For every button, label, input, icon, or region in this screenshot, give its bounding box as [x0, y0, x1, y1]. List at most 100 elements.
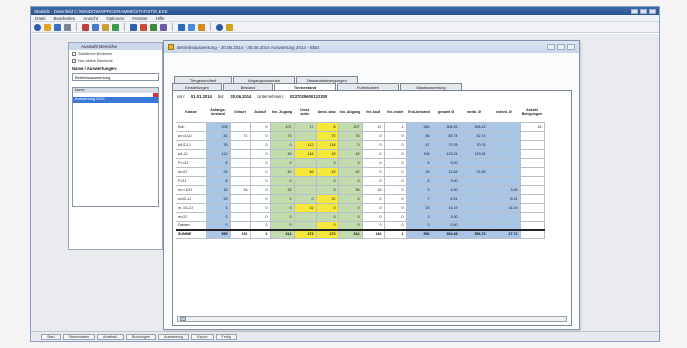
table-cell[interactable]: 4.50: [431, 184, 461, 195]
table-cell[interactable]: [519, 193, 545, 204]
table-cell[interactable]: 0: [383, 211, 407, 222]
table-row[interactable]: F<2J 8 0 0 0 0 0 0 8 3.00: [176, 175, 545, 186]
table-row[interactable]: m>=1/2J 18 34 0 33 0 36 16 0 3 4.50 3.05: [176, 184, 545, 195]
tab-futterkosten[interactable]: Futterkosten: [337, 83, 399, 90]
table-cell[interactable]: 0: [383, 193, 407, 204]
option-all-areas[interactable]: Sämtliche Bereiche: [69, 50, 162, 57]
checkbox-icon[interactable]: [72, 58, 76, 63]
table-cell[interactable]: 47: [361, 121, 385, 132]
table-cell[interactable]: [229, 193, 251, 204]
table-cell[interactable]: 0: [361, 193, 385, 204]
status-button-auswertung[interactable]: Auswertung: [158, 333, 190, 340]
table-cell[interactable]: 0.00: [431, 220, 461, 231]
row-class-cell[interactable]: F<2J: [176, 175, 207, 186]
table-cell[interactable]: 27.72: [487, 229, 521, 239]
table-cell[interactable]: 82: [205, 130, 231, 141]
table-cell[interactable]: 73: [269, 130, 295, 141]
table-cell[interactable]: 0: [249, 139, 271, 150]
table-cell[interactable]: 1: [383, 121, 407, 132]
table-cell[interactable]: 0: [249, 166, 271, 177]
table-cell[interactable]: 182: [361, 229, 385, 239]
table-cell[interactable]: 273: [315, 229, 339, 239]
export-icon[interactable]: [198, 23, 205, 31]
doc-minimize-button[interactable]: [547, 44, 555, 50]
menu-item-bearbeiten[interactable]: Bearbeiten: [54, 16, 76, 21]
table-cell[interactable]: 34: [229, 184, 251, 195]
filter-icon[interactable]: [150, 23, 157, 31]
table-cell[interactable]: 6: [405, 157, 433, 168]
table-cell[interactable]: [459, 157, 489, 168]
table-cell[interactable]: 8: [205, 175, 231, 186]
column-header[interactable]: Ver-endet: [384, 102, 406, 122]
column-header[interactable]: Klasse: [176, 102, 206, 122]
table-cell[interactable]: 107: [269, 121, 295, 132]
calc-icon[interactable]: [160, 23, 167, 31]
info-icon[interactable]: [226, 23, 233, 31]
table-cell[interactable]: 43: [315, 166, 339, 177]
table-cell[interactable]: 116: [315, 139, 339, 150]
table-cell[interactable]: 0: [361, 166, 385, 177]
table-cell[interactable]: 0: [293, 193, 317, 204]
minimize-button[interactable]: [631, 8, 638, 14]
evaluation-list[interactable]: Name Auswertung 2014: [72, 87, 159, 207]
table-cell[interactable]: 0: [383, 220, 407, 231]
table-cell[interactable]: [519, 130, 545, 141]
table-cell[interactable]: [519, 139, 545, 150]
table-cell[interactable]: 49: [315, 148, 339, 159]
table-cell[interactable]: 0: [361, 148, 385, 159]
table-cell[interactable]: [487, 139, 521, 150]
table-cell[interactable]: 0: [337, 193, 363, 204]
column-header[interactable]: Geburt: [230, 102, 250, 122]
list-item-selected[interactable]: Auswertung 2014: [73, 97, 158, 103]
table-cell[interactable]: 29: [205, 193, 231, 204]
tab-tiergesundheit[interactable]: Tiergesundheit: [174, 76, 232, 83]
table-cell[interactable]: [293, 211, 317, 222]
table-cell[interactable]: [293, 184, 317, 195]
table-cell[interactable]: 39: [205, 139, 231, 150]
table-row[interactable]: w1/2-1J 39 0 0 112 116 0 0 0 47 70.76 70.76: [176, 139, 545, 150]
table-cell[interactable]: [519, 148, 545, 159]
table-cell[interactable]: 0: [383, 184, 407, 195]
table-cell[interactable]: [229, 220, 251, 231]
table-cell[interactable]: 555: [205, 229, 231, 239]
table-row[interactable]: m>2J 3 0 0 0 0 0 0 3 3.00: [176, 211, 545, 222]
table-cell[interactable]: 36: [337, 184, 363, 195]
table-cell[interactable]: 22: [315, 193, 339, 204]
table-cell[interactable]: [229, 211, 251, 222]
table-cell[interactable]: [519, 175, 545, 186]
table-cell[interactable]: [229, 121, 251, 132]
table-cell[interactable]: 0: [383, 139, 407, 150]
table-cell[interactable]: 16: [519, 121, 545, 132]
table-cell[interactable]: 0: [205, 220, 231, 231]
table-cell[interactable]: 209: [205, 121, 231, 132]
table-cell[interactable]: 129.24: [431, 148, 461, 159]
table-cell[interactable]: 0: [383, 130, 407, 141]
new-icon[interactable]: [34, 23, 41, 31]
table-row[interactable]: Kuh 209 0 107 17 8 107 47 1 384 304.26 308.18 16: [176, 121, 545, 132]
table-cell[interactable]: [229, 139, 251, 150]
horizontal-scrollbar[interactable]: [177, 316, 567, 322]
checkbox-icon[interactable]: [72, 51, 76, 56]
table-cell[interactable]: [459, 220, 489, 231]
column-header[interactable]: Anzahl Belegungen: [520, 102, 544, 122]
table-cell[interactable]: 8.31: [487, 193, 521, 204]
table-cell[interactable]: 0: [315, 220, 339, 231]
option-active-areas[interactable]: Nur aktive Bereiche: [69, 57, 162, 64]
table-cell[interactable]: [293, 130, 317, 141]
table-cell[interactable]: 22: [293, 202, 317, 213]
table-cell[interactable]: [229, 175, 251, 186]
table-cell[interactable]: 40: [337, 166, 363, 177]
table-cell[interactable]: 129.24: [459, 148, 489, 159]
table-cell[interactable]: 14.19: [431, 202, 461, 213]
print-icon[interactable]: [64, 23, 71, 31]
row-class-cell[interactable]: F>=2J: [176, 157, 207, 168]
table-cell[interactable]: 0: [361, 220, 385, 231]
table-cell[interactable]: 46: [405, 130, 433, 141]
table-cell[interactable]: 314: [337, 229, 363, 239]
table-cell[interactable]: 0: [249, 121, 271, 132]
row-class-cell[interactable]: m<2J: [176, 166, 207, 177]
table-cell[interactable]: 151: [229, 229, 251, 239]
table-cell[interactable]: [519, 229, 545, 239]
table-cell[interactable]: 0: [383, 202, 407, 213]
table-cell[interactable]: 304.26: [431, 121, 461, 132]
